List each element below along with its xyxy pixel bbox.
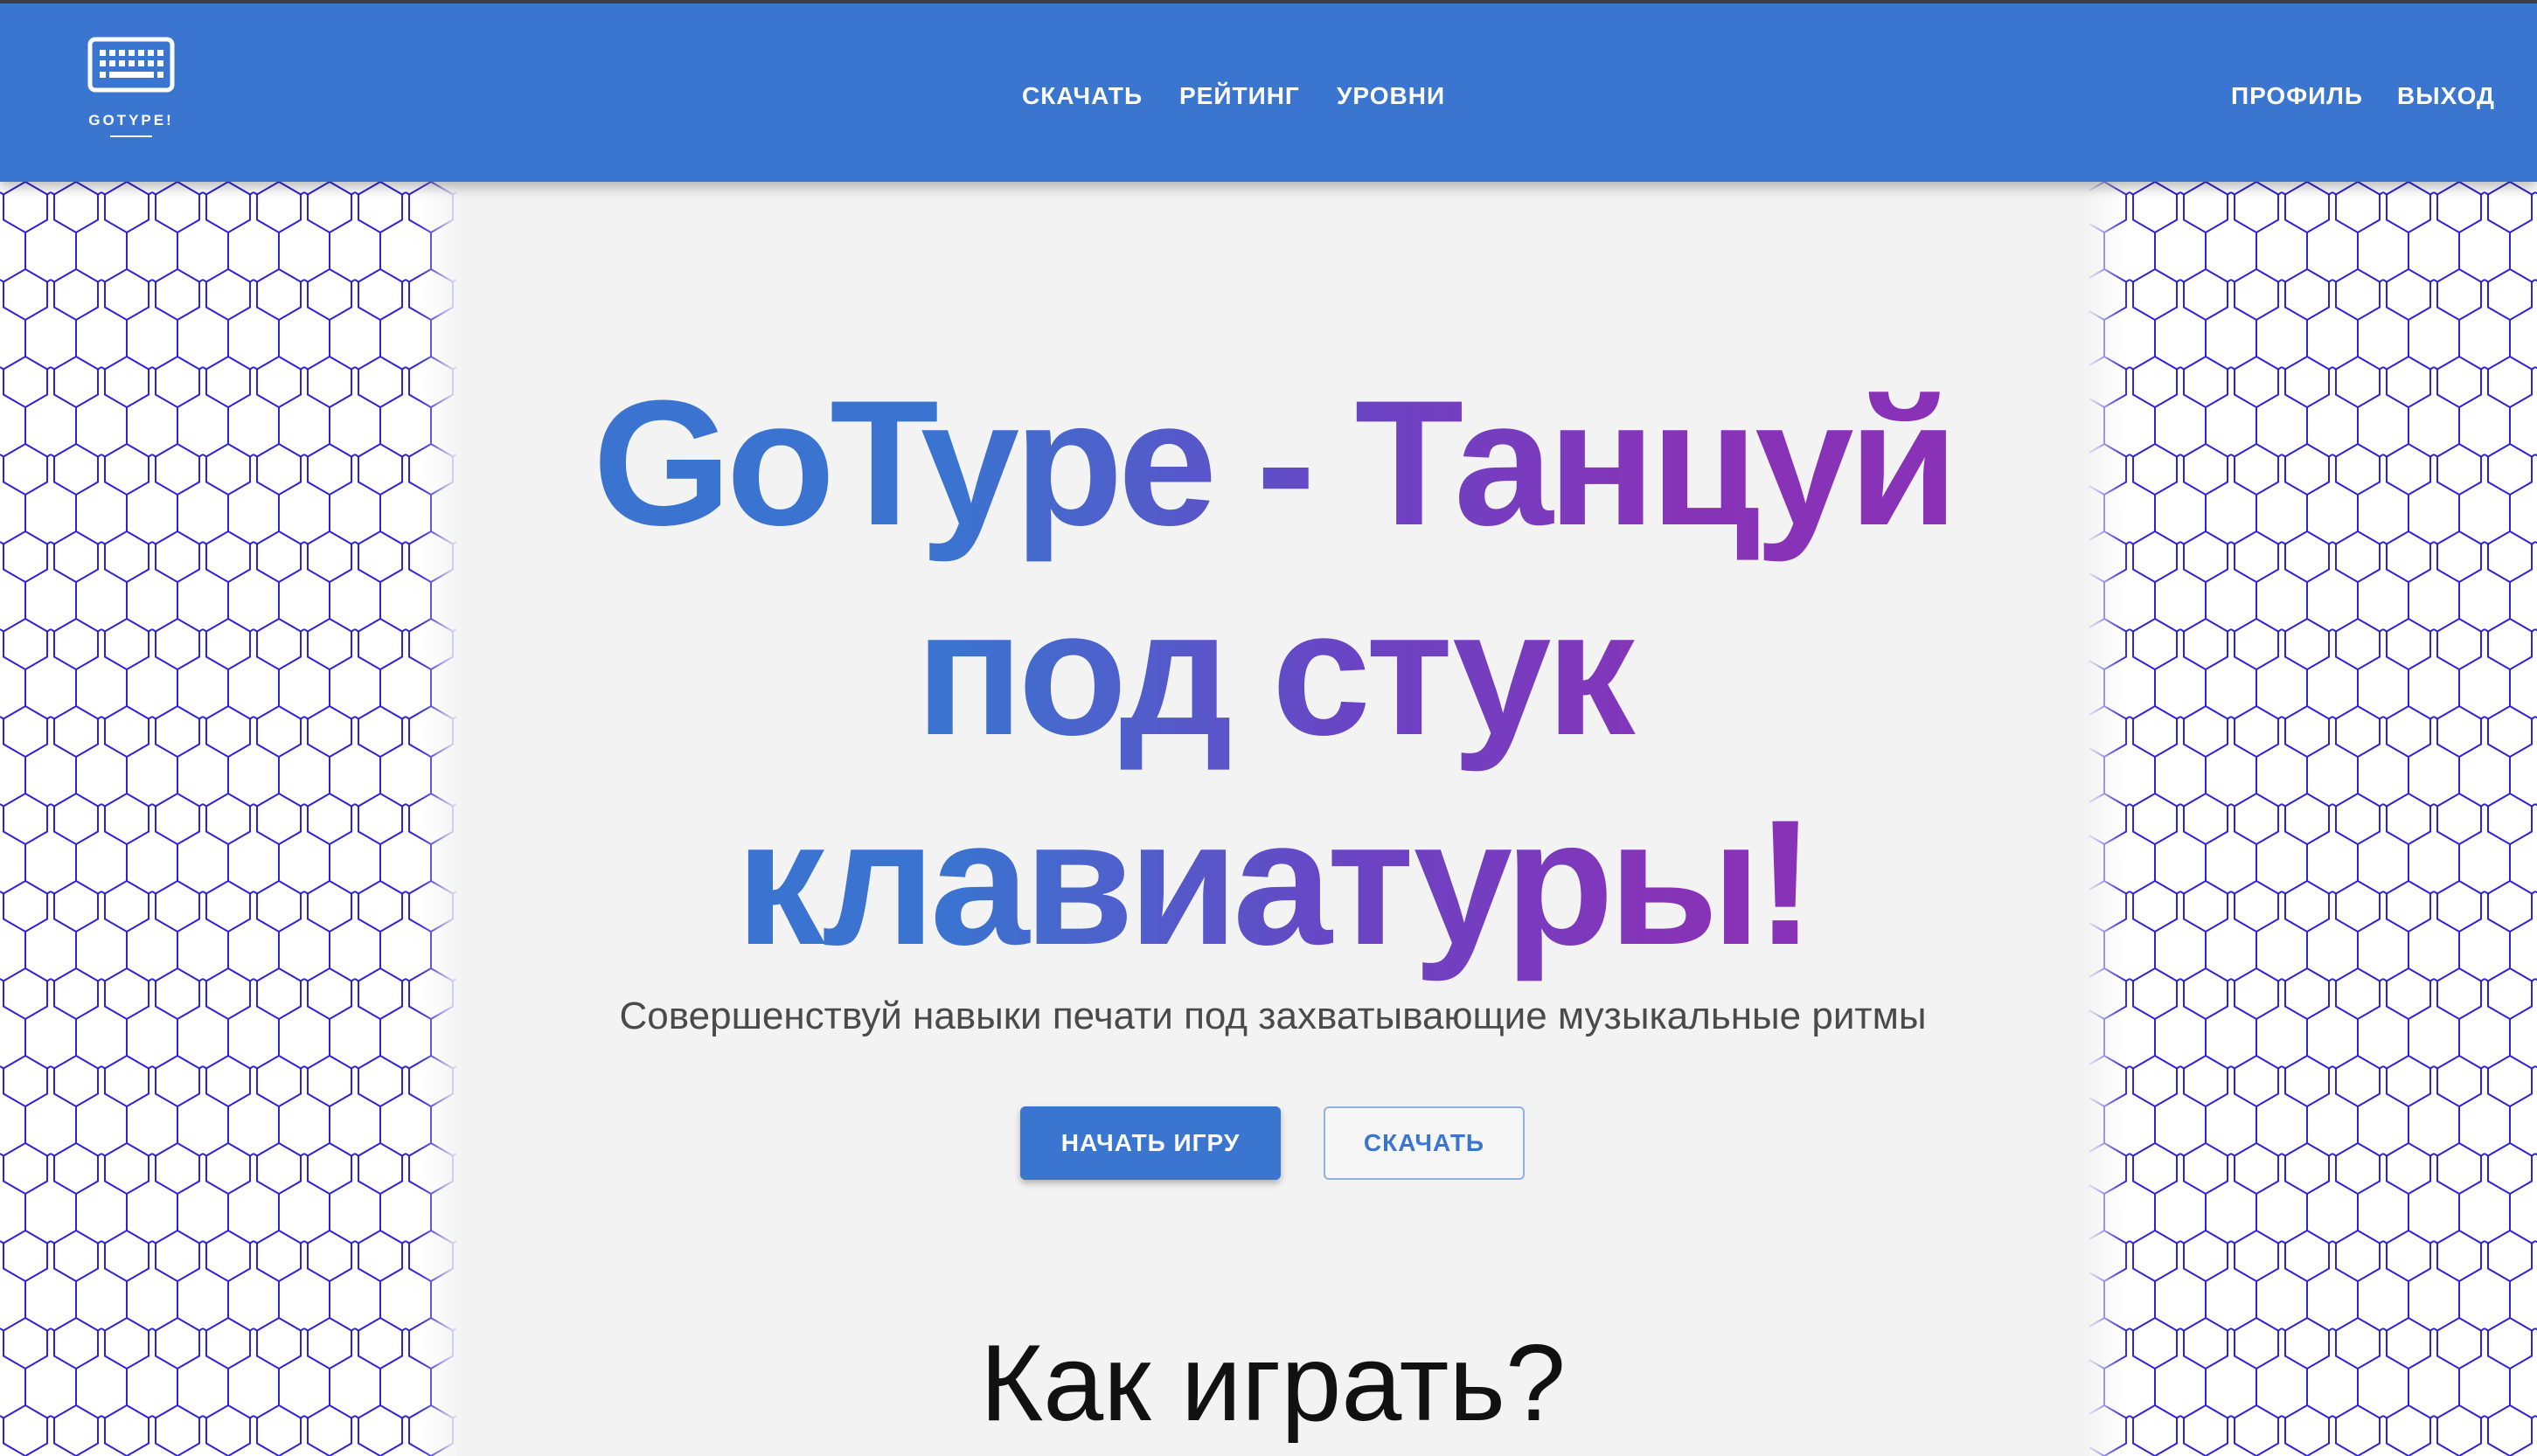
nav-logout-link[interactable]: ВЫХОД — [2397, 82, 2495, 110]
nav-rating-link[interactable]: РЕЙТИНГ — [1179, 82, 1300, 110]
hero-subtitle: Совершенствуй навыки печати под захватыв… — [619, 995, 1927, 1037]
top-navbar: GOTYPE! СКАЧАТЬ РЕЙТИНГ УРОВНИ ПРОФИЛЬ В… — [0, 3, 2537, 182]
nav-download-link[interactable]: СКАЧАТЬ — [1022, 82, 1143, 110]
hero-title-line1: GoType - Танцуй — [456, 358, 2089, 568]
start-game-button[interactable]: НАЧАТЬ ИГРУ — [1020, 1106, 1281, 1180]
keyboard-icon — [87, 37, 175, 93]
nav-levels-link[interactable]: УРОВНИ — [1337, 82, 1445, 110]
hero-title-dance: Танцуй — [1354, 364, 1954, 563]
hero-title-line2: под стук — [456, 568, 2089, 778]
brand-underline — [110, 135, 152, 137]
hero-title-gotype: GoType - — [592, 364, 1355, 563]
how-to-play-heading: Как играть? — [980, 1323, 1566, 1444]
hero-title-line3: клавиатуры! — [456, 778, 2089, 988]
brand-logo[interactable]: GOTYPE! — [84, 37, 178, 150]
window-top-border — [0, 0, 2537, 3]
hero-title: GoType - Танцуй под стук клавиатуры! — [456, 358, 2089, 988]
download-button[interactable]: СКАЧАТЬ — [1324, 1106, 1525, 1180]
brand-name: GOTYPE! — [88, 112, 174, 128]
nav-profile-link[interactable]: ПРОФИЛЬ — [2231, 82, 2363, 110]
